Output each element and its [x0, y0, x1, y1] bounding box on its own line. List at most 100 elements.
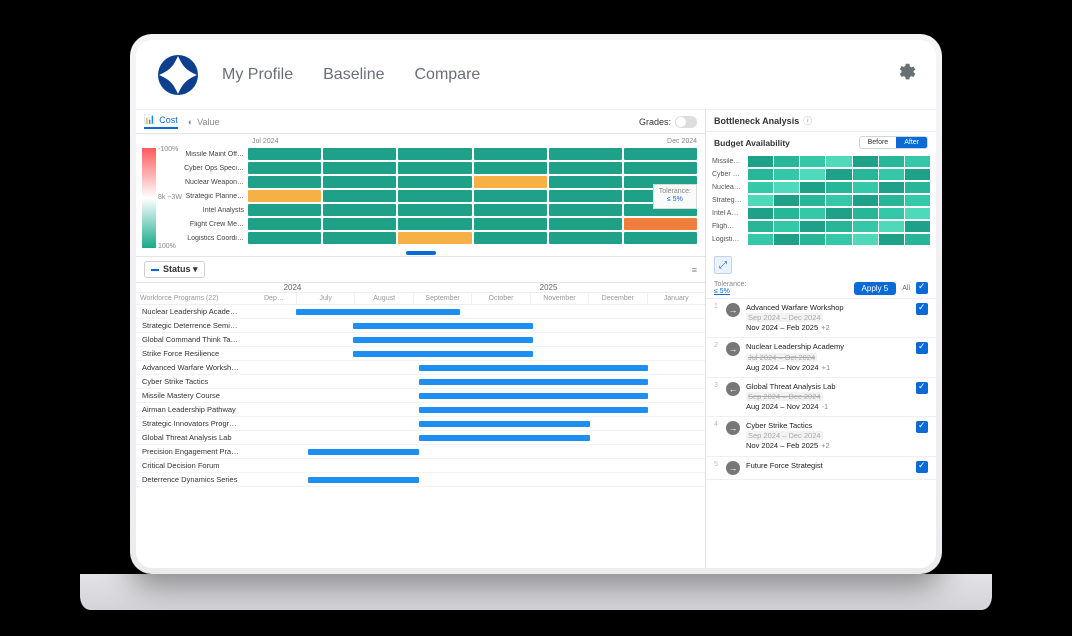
heatmap-cell[interactable] — [323, 176, 396, 188]
heatmap-cell[interactable] — [549, 190, 622, 202]
heatmap-cell[interactable] — [398, 148, 471, 160]
heatmap-cell[interactable] — [398, 204, 471, 216]
heatmap-cell[interactable] — [549, 232, 622, 244]
gantt-row-label[interactable]: Deterrence Dynamics Series — [136, 475, 296, 484]
heatmap-cell[interactable] — [474, 176, 547, 188]
mini-heatmap-cell[interactable] — [853, 182, 878, 193]
mini-heatmap-cell[interactable] — [748, 182, 773, 193]
mini-heatmap-cell[interactable] — [774, 195, 799, 206]
mini-heatmap-cell[interactable] — [853, 156, 878, 167]
heatmap-cell[interactable] — [248, 190, 321, 202]
mini-heatmap-cell[interactable] — [879, 234, 904, 245]
gantt-row-label[interactable]: Global Command Think Ta… — [136, 335, 296, 344]
heatmap-cell[interactable] — [474, 162, 547, 174]
heatmap-cell[interactable] — [323, 162, 396, 174]
apply-button[interactable]: Apply 5 — [854, 282, 897, 295]
mini-heatmap-cell[interactable] — [800, 169, 825, 180]
gantt-bar[interactable] — [419, 435, 591, 441]
mini-heatmap-cell[interactable] — [774, 208, 799, 219]
gantt-row-label[interactable]: Critical Decision Forum — [136, 461, 296, 470]
mini-heatmap-cell[interactable] — [774, 221, 799, 232]
mini-heatmap-cell[interactable] — [879, 156, 904, 167]
tolerance-mini[interactable]: Tolerance: ≤ 5% — [714, 281, 746, 295]
heatmap-cell[interactable] — [323, 204, 396, 216]
mini-heatmap-cell[interactable] — [826, 208, 851, 219]
gantt-row-label[interactable]: Global Threat Analysis Lab — [136, 433, 296, 442]
col-dep[interactable]: Dep… — [260, 293, 296, 304]
reco-checkbox[interactable] — [916, 303, 928, 315]
mini-heatmap-cell[interactable] — [853, 208, 878, 219]
mini-heatmap-cell[interactable] — [905, 208, 930, 219]
mini-heatmap-cell[interactable] — [800, 221, 825, 232]
mini-heatmap-cell[interactable] — [748, 221, 773, 232]
gantt-bar[interactable] — [296, 309, 460, 315]
heatmap-cell[interactable] — [474, 232, 547, 244]
gantt-row-label[interactable]: Strategic Deterrence Semi… — [136, 321, 296, 330]
recommendation-item[interactable]: 2→Nuclear Leadership AcademyJul 2024 – O… — [706, 338, 936, 377]
gantt-bar[interactable] — [308, 449, 418, 455]
heatmap-cell[interactable] — [398, 176, 471, 188]
heatmap-cell[interactable] — [549, 204, 622, 216]
mini-heatmap-cell[interactable] — [748, 156, 773, 167]
heatmap-cell[interactable] — [398, 232, 471, 244]
gantt-row-label[interactable]: Advanced Warfare Worksh… — [136, 363, 296, 372]
heatmap-cell[interactable] — [398, 190, 471, 202]
heatmap-cell[interactable] — [323, 190, 396, 202]
heatmap-cell[interactable] — [248, 204, 321, 216]
tab-cost[interactable]: 📊 Cost — [144, 114, 178, 129]
mini-heatmap-cell[interactable] — [800, 234, 825, 245]
tolerance-badge[interactable]: Tolerance: ≤ 5% — [653, 184, 697, 209]
gantt-bar[interactable] — [419, 365, 648, 371]
recommendation-item[interactable]: 4→Cyber Strike TacticsSep 2024 – Dec 202… — [706, 417, 936, 456]
mini-heatmap-cell[interactable] — [826, 195, 851, 206]
gantt-row-label[interactable]: Missile Mastery Course — [136, 391, 296, 400]
tab-value[interactable]: ◐ Value — [188, 117, 220, 127]
mini-heatmap-cell[interactable] — [879, 169, 904, 180]
mini-heatmap-cell[interactable] — [905, 169, 930, 180]
mini-heatmap-cell[interactable] — [748, 234, 773, 245]
mini-heatmap-cell[interactable] — [826, 169, 851, 180]
recommendation-item[interactable]: 3←Global Threat Analysis LabSep 2024 – D… — [706, 378, 936, 417]
mini-heatmap-cell[interactable] — [800, 195, 825, 206]
heatmap-cell[interactable] — [474, 204, 547, 216]
gantt-bar[interactable] — [353, 337, 533, 343]
mini-heatmap-cell[interactable] — [774, 169, 799, 180]
reco-checkbox[interactable] — [916, 461, 928, 473]
mini-heatmap-cell[interactable] — [826, 234, 851, 245]
heatmap-cell[interactable] — [248, 162, 321, 174]
heatmap-cell[interactable] — [398, 218, 471, 230]
reco-checkbox[interactable] — [916, 421, 928, 433]
grades-toggle[interactable] — [675, 116, 697, 128]
heatmap-cell[interactable] — [624, 232, 697, 244]
recommendation-item[interactable]: 5→Future Force Strategist — [706, 457, 936, 480]
heatmap-cell[interactable] — [323, 148, 396, 160]
heatmap-cell[interactable] — [549, 176, 622, 188]
heatmap-cell[interactable] — [323, 232, 396, 244]
heatmap-cell[interactable] — [248, 218, 321, 230]
col-programs[interactable]: Workforce Programs (22) — [136, 293, 260, 304]
heatmap-cell[interactable] — [624, 162, 697, 174]
gantt-row-label[interactable]: Strategic Innovators Progr… — [136, 419, 296, 428]
mini-heatmap-cell[interactable] — [879, 221, 904, 232]
heatmap-cell[interactable] — [398, 162, 471, 174]
heatmap-cell[interactable] — [549, 148, 622, 160]
mini-heatmap-cell[interactable] — [905, 221, 930, 232]
heatmap-cell[interactable] — [474, 190, 547, 202]
mini-heatmap-cell[interactable] — [905, 182, 930, 193]
nav-baseline[interactable]: Baseline — [323, 66, 384, 84]
gantt-row-label[interactable]: Nuclear Leadership Acade… — [136, 307, 296, 316]
status-dropdown[interactable]: Status ▾ — [144, 261, 205, 278]
mini-heatmap-cell[interactable] — [905, 234, 930, 245]
mini-heatmap-cell[interactable] — [800, 182, 825, 193]
gantt-bar[interactable] — [419, 421, 591, 427]
recommendation-item[interactable]: 1→Advanced Warfare WorkshopSep 2024 – De… — [706, 299, 936, 338]
nav-compare[interactable]: Compare — [415, 66, 481, 84]
mini-heatmap-cell[interactable] — [774, 234, 799, 245]
mini-heatmap-cell[interactable] — [879, 208, 904, 219]
seg-after[interactable]: After — [896, 137, 927, 148]
mini-heatmap-cell[interactable] — [774, 182, 799, 193]
mini-heatmap-cell[interactable] — [853, 234, 878, 245]
gantt-row-label[interactable]: Airman Leadership Pathway — [136, 405, 296, 414]
mini-heatmap-cell[interactable] — [826, 156, 851, 167]
mini-heatmap-cell[interactable] — [826, 182, 851, 193]
